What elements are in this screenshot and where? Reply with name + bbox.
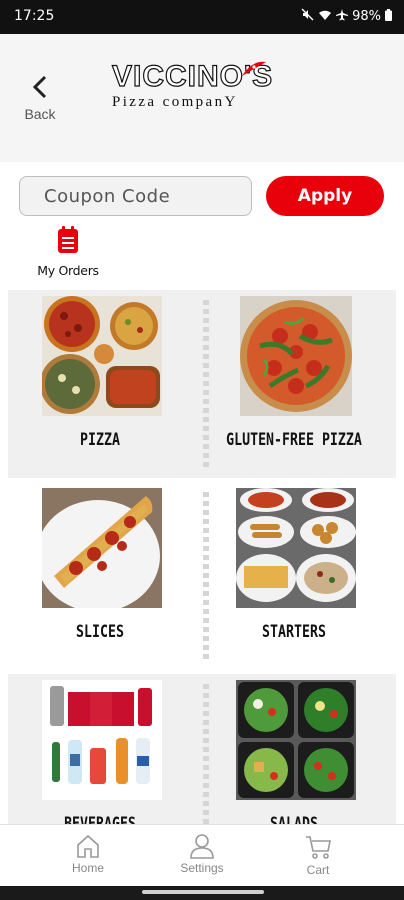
beverages-image — [42, 680, 162, 800]
category-label: BEVERAGES — [64, 814, 136, 824]
gesture-area — [0, 886, 404, 900]
user-icon — [190, 834, 214, 859]
coupon-code-input[interactable] — [19, 176, 252, 216]
nav-settings[interactable]: Settings — [162, 833, 242, 875]
mute-icon — [301, 8, 314, 25]
cart-icon — [306, 836, 331, 859]
nav-home[interactable]: Home — [48, 833, 128, 875]
wifi-icon — [318, 9, 332, 25]
back-label: Back — [24, 106, 56, 122]
gesture-handle[interactable] — [142, 890, 264, 894]
orders-list-icon — [58, 226, 78, 253]
nav-cart-label: Cart — [306, 863, 330, 877]
back-button[interactable]: Back — [18, 74, 62, 130]
apply-button[interactable]: Apply — [266, 176, 384, 216]
status-icons: 98% — [301, 8, 392, 25]
category-row: PIZZA GLUTEN-FREE PIZZA — [8, 290, 396, 478]
gluten-free-pizza-image — [240, 296, 360, 416]
my-orders-button[interactable]: My Orders — [36, 226, 100, 278]
battery-level: 98% — [352, 9, 381, 24]
category-label: SLICES — [76, 622, 124, 642]
category-slices[interactable]: SLICES — [20, 488, 180, 658]
category-salads[interactable]: SALADS — [214, 680, 374, 824]
category-pizza[interactable]: PIZZA — [20, 296, 180, 466]
nav-cart[interactable]: Cart — [278, 833, 358, 877]
category-row: BEVERAGES SALADS — [8, 674, 396, 824]
status-time: 17:25 — [14, 8, 55, 24]
home-icon — [77, 834, 99, 858]
category-label: STARTERS — [262, 622, 326, 642]
category-beverages[interactable]: BEVERAGES — [20, 680, 180, 824]
bottom-nav: Home Settings Cart — [0, 824, 404, 886]
category-starters[interactable]: STARTERS — [214, 488, 374, 658]
category-row: SLICES STARTERS — [8, 482, 396, 670]
pizza-slice-logo-icon — [242, 61, 266, 76]
battery-icon — [385, 8, 392, 25]
row-divider — [203, 684, 209, 824]
chevron-left-icon — [32, 75, 47, 99]
category-gluten-free-pizza[interactable]: GLUTEN-FREE PIZZA — [214, 296, 374, 466]
menu-content[interactable]: Apply My Orders — [0, 162, 404, 824]
nav-home-label: Home — [71, 861, 104, 875]
app-header: Back VICCINO'S Pizza companY — [0, 34, 404, 162]
starters-image — [236, 488, 356, 608]
brand-logo: VICCINO'S Pizza companY — [111, 61, 294, 122]
logo-tagline: Pizza companY — [112, 94, 238, 110]
status-bar: 17:25 98% — [0, 0, 404, 34]
row-divider — [203, 492, 209, 662]
category-label: SALADS — [270, 814, 318, 824]
row-divider — [203, 300, 209, 470]
airplane-icon — [336, 8, 349, 25]
my-orders-label: My Orders — [37, 263, 99, 278]
pizza-image — [42, 296, 162, 416]
category-label: PIZZA — [80, 430, 120, 450]
category-label: GLUTEN-FREE PIZZA — [226, 430, 362, 450]
slices-image — [42, 488, 162, 608]
salads-image — [236, 680, 356, 800]
nav-settings-label: Settings — [180, 861, 224, 875]
